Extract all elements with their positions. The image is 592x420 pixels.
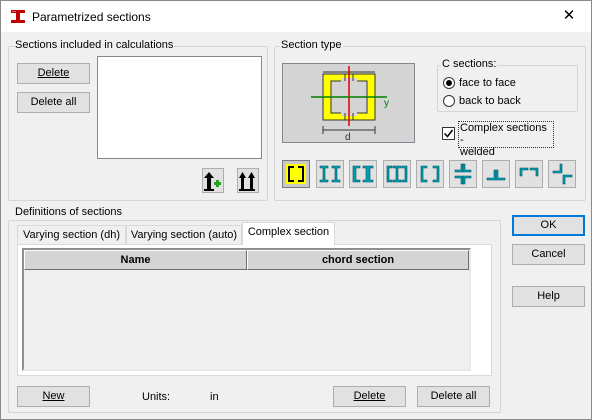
- section-preview: y d: [282, 63, 415, 143]
- definitions-label: Definitions of sections: [14, 206, 123, 218]
- tab-varying-section-auto-label: Varying section (auto): [130, 229, 238, 241]
- column-header-chord-section[interactable]: chord section: [247, 250, 469, 270]
- column-header-name[interactable]: Name: [24, 250, 247, 270]
- help-button[interactable]: Help: [512, 286, 585, 307]
- radio-face-to-face-label: face to face: [459, 77, 516, 89]
- add-all-sections-icon: [239, 172, 255, 191]
- title-bar: Parametrized sections ✕: [1, 1, 591, 32]
- delete-section-button[interactable]: Delete: [17, 63, 90, 84]
- add-section-button[interactable]: [202, 168, 224, 193]
- cancel-button[interactable]: Cancel: [512, 244, 585, 265]
- dialog-window: Parametrized sections ✕ Sections include…: [0, 0, 592, 420]
- sections-included-label: Sections included in calculations: [14, 39, 175, 51]
- tab-complex-section[interactable]: Complex section: [242, 222, 335, 245]
- delete-definition-label: Delete: [353, 390, 386, 402]
- radio-face-to-face[interactable]: face to face: [443, 77, 516, 89]
- column-header-chord-section-label: chord section: [321, 254, 395, 266]
- c-sections-label: C sections:: [441, 58, 498, 70]
- complex-welded-label-line1: Complex sections -: [460, 122, 547, 146]
- cross-angles-icon: [454, 163, 472, 185]
- check-mark-icon: [443, 129, 454, 138]
- window-title: Parametrized sections: [32, 10, 151, 24]
- radio-back-to-back-label: back to back: [459, 95, 521, 107]
- column-header-name-label: Name: [120, 254, 151, 266]
- c-open-icon: [420, 165, 440, 183]
- type-cross-angles-button[interactable]: [449, 160, 477, 188]
- new-button[interactable]: New: [17, 386, 90, 407]
- angle-zig-icon: [552, 163, 573, 185]
- ok-button-label: OK: [540, 219, 557, 231]
- type-c-face-to-face-button[interactable]: [282, 160, 310, 188]
- new-button-label: New: [42, 390, 65, 402]
- c-channel-mixed-icon: [386, 165, 408, 183]
- delete-all-sections-label: Delete all: [30, 96, 77, 108]
- t-double-icon: [486, 169, 506, 181]
- sections-grid[interactable]: Name chord section: [22, 248, 471, 371]
- axis-y-label: y: [384, 98, 389, 109]
- units-value: in: [210, 391, 219, 403]
- radio-back-to-back-indicator[interactable]: [443, 95, 455, 107]
- type-c-back-to-back-button[interactable]: [349, 160, 377, 188]
- add-section-icon: [204, 172, 221, 191]
- angle-face-icon: [519, 167, 539, 177]
- type-t-double-button[interactable]: [482, 160, 510, 188]
- radio-back-to-back[interactable]: back to back: [443, 95, 521, 107]
- close-button[interactable]: ✕: [547, 1, 591, 31]
- delete-definition-button[interactable]: Delete: [333, 386, 406, 407]
- dimension-d-label: d: [345, 132, 351, 142]
- complex-welded-label-line2: welded: [460, 146, 495, 158]
- tab-varying-section-auto[interactable]: Varying section (auto): [126, 225, 242, 246]
- ok-button[interactable]: OK: [512, 215, 585, 236]
- type-i-double-button[interactable]: [316, 160, 344, 188]
- type-angle-face-button[interactable]: [515, 160, 543, 188]
- type-c-channel-mixed-button[interactable]: [383, 160, 411, 188]
- complex-welded-checkbox[interactable]: [442, 127, 455, 140]
- type-angle-zig-button[interactable]: [548, 160, 576, 188]
- type-c-open-button[interactable]: [416, 160, 444, 188]
- sections-listbox[interactable]: [97, 56, 262, 159]
- tab-varying-section-dh-label: Varying section (dh): [22, 229, 120, 241]
- c-face-to-face-icon: [286, 164, 306, 184]
- tab-complex-section-label: Complex section: [247, 226, 330, 238]
- add-all-sections-button[interactable]: [237, 168, 259, 193]
- radio-face-to-face-indicator[interactable]: [443, 77, 455, 89]
- section-type-label: Section type: [280, 39, 343, 51]
- complex-welded-label-box[interactable]: Complex sections - welded: [458, 121, 554, 158]
- delete-all-sections-button[interactable]: Delete all: [17, 92, 90, 113]
- delete-all-definitions-button[interactable]: Delete all: [417, 386, 490, 407]
- delete-all-definitions-label: Delete all: [430, 390, 477, 402]
- section-diagram-icon: y d: [311, 66, 389, 143]
- i-double-icon: [319, 165, 341, 183]
- delete-section-label: Delete: [37, 67, 70, 79]
- units-label: Units:: [142, 391, 171, 403]
- app-logo-icon: [11, 10, 25, 23]
- help-button-label: Help: [537, 290, 560, 302]
- close-icon: ✕: [562, 7, 576, 24]
- c-back-to-back-icon: [352, 165, 374, 183]
- tab-varying-section-dh[interactable]: Varying section (dh): [17, 225, 126, 246]
- cancel-button-label: Cancel: [531, 248, 566, 260]
